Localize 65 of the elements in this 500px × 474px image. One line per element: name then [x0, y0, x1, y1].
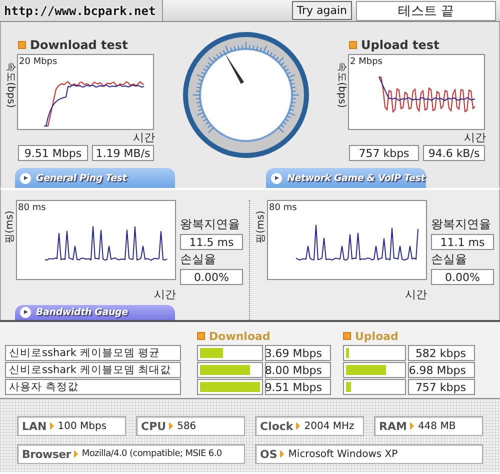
axis-label: 시간 — [153, 287, 176, 302]
arrow-icon — [296, 422, 300, 430]
section-tab[interactable]: General Ping Test — [15, 168, 175, 188]
latency-label: 왕복지연율 — [180, 216, 241, 233]
info-label: OS — [260, 448, 278, 460]
column-header: Upload — [355, 330, 398, 342]
loss-field: 0.00% — [180, 269, 243, 285]
value-field: 757 kbps — [408, 379, 475, 395]
axis-label: 핑(ms) — [254, 210, 268, 244]
arrow-icon — [169, 422, 174, 430]
axis-label: 시간 — [463, 130, 486, 145]
info-label: Clock — [260, 420, 294, 432]
info-value: 2004 MHz — [304, 420, 354, 432]
try-again-button[interactable]: Try again — [292, 1, 352, 20]
info-value: 448 MB — [418, 420, 456, 432]
loss-label: 손실율 — [180, 251, 217, 268]
info-value: 100 Mbps — [58, 420, 107, 432]
row-label: 신비로sshark 케이블모뎀 최대값 — [5, 362, 181, 378]
reading-field: 757 kbps — [349, 145, 419, 161]
value-field: 582 kbps — [408, 345, 475, 361]
info-label: Browser — [22, 448, 71, 460]
value-field: 8.00 Mbps — [265, 362, 331, 378]
section-tab[interactable]: Network Game & VoIP Test — [266, 168, 426, 188]
axis-label: 시간 — [132, 130, 155, 145]
loss-label: 손실율 — [431, 251, 468, 268]
axis-label: 속도(bps) — [334, 62, 348, 108]
arrow-icon — [280, 450, 284, 458]
latency-field: 11.5 ms — [180, 234, 243, 250]
section-tab[interactable]: Bandwidth Gauge — [15, 305, 175, 320]
value-field: 3.69 Mbps — [265, 345, 331, 361]
axis-max-label: 20 Mbps — [19, 57, 58, 67]
value-field: 9.51 Mbps — [265, 379, 331, 395]
bullet-icon — [343, 332, 351, 340]
arrow-icon — [410, 422, 414, 430]
column-header: Download — [209, 330, 270, 342]
panel-title: Download test — [30, 38, 128, 52]
axis-max-label: 80 ms — [269, 203, 297, 213]
info-label: CPU — [141, 420, 166, 432]
loss-field: 0.00% — [431, 269, 494, 285]
reading-field: 9.51 Mbps — [18, 145, 88, 161]
latency-label: 왕복지연율 — [431, 216, 492, 233]
reading-field: 94.6 kB/s — [423, 145, 485, 161]
bullet-icon — [18, 41, 26, 49]
panel-title: Upload test — [361, 38, 440, 52]
status-field: 테스트 끝 — [356, 0, 496, 20]
axis-label: 속도(bps) — [4, 62, 17, 108]
axis-label: 핑(ms) — [4, 210, 16, 244]
arrow-icon — [74, 450, 78, 458]
bullet-icon — [349, 41, 357, 49]
row-label: 사용자 측정값 — [5, 379, 181, 395]
arrow-icon — [50, 422, 54, 430]
axis-max-label: 2 Mbps — [350, 57, 382, 67]
info-value: 586 — [177, 420, 196, 432]
reading-field: 1.19 MB/s — [92, 145, 154, 161]
info-value: Mozilla/4.0 (compatible; MSIE 6.0 — [82, 449, 222, 459]
row-label: 신비로sshark 케이블모뎀 평균 — [5, 345, 181, 361]
info-label: RAM — [379, 420, 407, 432]
info-label: LAN — [22, 420, 47, 432]
latency-field: 11.1 ms — [431, 234, 494, 250]
value-field: 6.98 Mbps — [408, 362, 475, 378]
axis-label: 시간 — [404, 287, 427, 302]
bullet-icon — [197, 332, 205, 340]
site-address: http://www.bcpark.net — [0, 0, 163, 21]
info-value: Microsoft Windows XP — [288, 448, 398, 460]
axis-max-label: 80 ms — [18, 203, 46, 213]
